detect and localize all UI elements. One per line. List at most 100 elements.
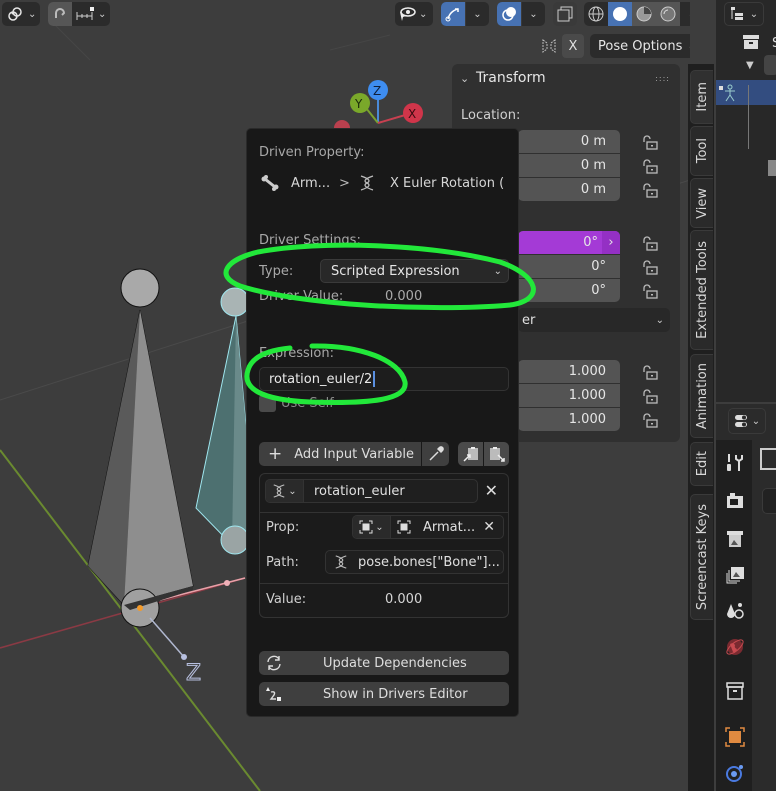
rotation-y-field[interactable]: 0° — [518, 255, 620, 278]
refresh-icon — [267, 655, 281, 671]
scene-icon[interactable] — [724, 600, 746, 622]
use-self-label[interactable]: Use Self — [281, 396, 334, 411]
object-name-field[interactable] — [762, 488, 776, 514]
eyedropper-button[interactable] — [422, 442, 449, 466]
world-icon[interactable] — [724, 636, 746, 658]
tab-screencast-keys[interactable]: Screencast Keys — [690, 494, 713, 620]
location-x-field[interactable]: 0 m — [518, 130, 620, 153]
add-input-variable-button[interactable]: + Add Input Variable — [259, 442, 421, 466]
lock-open-icon[interactable] — [641, 388, 659, 406]
tab-view[interactable]: View — [690, 178, 713, 228]
tab-animation[interactable]: Animation — [690, 354, 713, 438]
chevron-down-icon[interactable]: ⌄ — [98, 9, 106, 20]
shading-dropdown[interactable]: ⌄ — [680, 2, 690, 26]
collapse-chevron-icon[interactable]: ⌄ — [460, 72, 469, 85]
gizmo-toggle[interactable] — [441, 2, 465, 26]
driver-type-dropdown[interactable]: Scripted Expression ⌄ — [320, 259, 509, 283]
object-icon[interactable] — [724, 726, 746, 748]
selectability-dropdown[interactable]: ⌄ — [395, 2, 433, 26]
overlay-toggle[interactable] — [497, 2, 521, 26]
prop-target-field[interactable]: ⌄ Armat... ✕ — [352, 515, 504, 539]
rotation-mode-dropdown[interactable]: er ⌄ — [518, 308, 670, 332]
location-y-field[interactable]: 0 m — [518, 154, 620, 177]
driven-object-name: Arm... — [291, 176, 331, 191]
outliner-tree-icon — [730, 7, 743, 20]
pivot-point-dropdown[interactable]: ⌄ — [2, 2, 40, 26]
overlay-dropdown[interactable]: ⌄ — [521, 2, 545, 26]
lock-open-icon[interactable] — [641, 364, 659, 382]
physics-orbit-icon[interactable] — [724, 762, 746, 784]
render-camera-icon[interactable] — [724, 490, 746, 512]
update-dependencies-button[interactable]: Update Dependencies — [259, 651, 509, 675]
lock-open-icon[interactable] — [641, 259, 659, 277]
selected-bone-head-joint — [220, 525, 250, 555]
xray-toggle[interactable] — [553, 2, 577, 26]
rotation-z-field[interactable]: 0° — [518, 279, 620, 302]
gizmo-y-label: Y — [354, 97, 363, 111]
outliner[interactable]: ⌄ S ▼ — [716, 0, 776, 402]
remove-variable-icon[interactable]: ✕ — [485, 481, 498, 500]
lock-open-icon[interactable] — [641, 158, 659, 176]
tab-extended-tools[interactable]: Extended Tools — [690, 230, 713, 350]
plus-icon: + — [268, 444, 283, 464]
tab-edit[interactable]: Edit — [690, 442, 713, 486]
scale-y-field[interactable]: 1.000 — [518, 384, 620, 407]
properties-tab-column — [716, 440, 752, 791]
outliner-item-icon[interactable] — [764, 55, 776, 75]
collection-label[interactable]: S — [772, 36, 776, 51]
outliner-display-mode-dropdown[interactable]: ⌄ — [724, 2, 764, 26]
snap-magnet-toggle[interactable] — [48, 2, 72, 26]
shading-wireframe-button[interactable] — [584, 2, 608, 26]
chevron-down-icon: ⌄ — [28, 8, 37, 20]
pose-options-dropdown[interactable]: Pose Options ⌄ — [590, 34, 690, 58]
snap-increment-icon[interactable] — [72, 2, 98, 26]
view-layer-images-icon[interactable] — [724, 564, 746, 586]
show-in-drivers-editor-button[interactable]: Show in Drivers Editor — [259, 682, 509, 706]
shading-rendered-button[interactable] — [656, 2, 680, 26]
location-z-field[interactable]: 0 m — [518, 178, 620, 201]
use-self-checkbox[interactable] — [259, 395, 276, 412]
lock-open-icon[interactable] — [641, 182, 659, 200]
clear-target-icon[interactable]: ✕ — [483, 519, 495, 535]
scale-z-field[interactable]: 1.000 — [518, 408, 620, 431]
lock-open-icon[interactable] — [641, 134, 659, 152]
wireframe-sphere-icon — [588, 6, 604, 22]
tab-tool[interactable]: Tool — [690, 126, 713, 176]
lock-open-icon[interactable] — [641, 235, 659, 253]
copy-driver-button[interactable] — [458, 442, 483, 466]
outliner-row-selected[interactable] — [716, 80, 776, 105]
drag-grip-icon[interactable]: :::: — [655, 74, 670, 83]
gizmo-dropdown[interactable]: ⌄ — [465, 2, 489, 26]
editor-type-dropdown[interactable]: ⌄ — [728, 408, 766, 434]
rotation-x-field-driven[interactable]: 0° › — [518, 231, 620, 254]
expand-triangle-icon[interactable]: ▼ — [746, 60, 754, 71]
outliner-item-icon[interactable] — [768, 160, 776, 176]
tab-item[interactable]: Item — [690, 70, 713, 124]
shading-solid-button[interactable] — [608, 2, 632, 26]
bone-origin-dot — [137, 605, 143, 611]
output-printer-icon[interactable] — [724, 528, 746, 550]
chevron-right-icon[interactable]: › — [602, 231, 620, 254]
shading-material-button[interactable] — [632, 2, 656, 26]
variable-name-input[interactable]: rotation_euler — [314, 484, 405, 499]
tool-settings-icon[interactable] — [724, 452, 746, 474]
transform-panel-title[interactable]: Transform — [476, 70, 546, 86]
mirror-x-toggle[interactable]: X — [562, 34, 584, 58]
copy-clipboard-icon — [462, 447, 478, 462]
variable-type-dropdown[interactable]: ⌄ — [266, 480, 304, 502]
prop-label: Prop: — [266, 520, 300, 535]
driver-value: 0.000 — [385, 289, 423, 304]
rotation-mode-value: er — [522, 312, 536, 328]
expression-input[interactable]: rotation_euler/2 — [259, 367, 509, 391]
collection-icon[interactable] — [724, 680, 746, 702]
lock-open-icon[interactable] — [641, 412, 659, 430]
gizmo-x-label: X — [408, 107, 416, 121]
paste-driver-button[interactable] — [484, 442, 509, 466]
path-field[interactable]: pose.bones["Bone"]... — [325, 550, 504, 574]
scale-x-field[interactable]: 1.000 — [518, 360, 620, 383]
lock-open-icon[interactable] — [641, 283, 659, 301]
id-type-dropdown[interactable]: ⌄ — [353, 516, 391, 538]
bone-tail-joint — [120, 268, 160, 308]
driver-value-label: Driver Value: — [259, 289, 344, 304]
mirror-icon — [540, 38, 558, 58]
